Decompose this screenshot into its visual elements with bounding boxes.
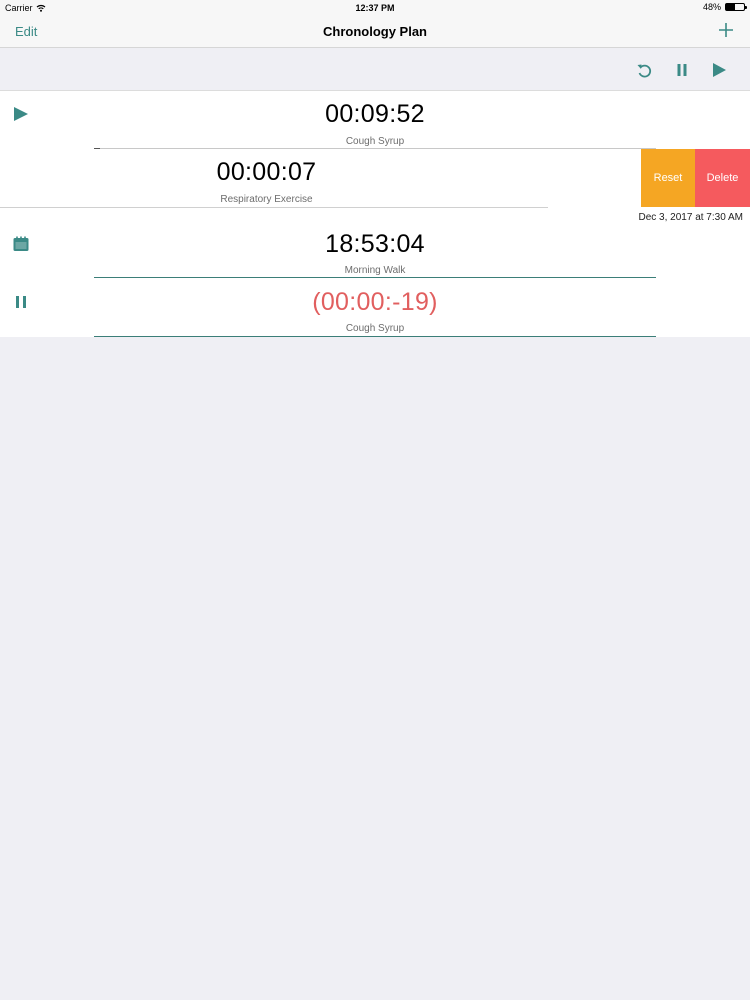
plus-icon[interactable] (716, 20, 736, 40)
timer-label: Cough Syrup (345, 323, 405, 334)
timer-progress-fill (94, 336, 656, 337)
timer-label: Respiratory Exercise (220, 194, 313, 205)
timer-value: 18:53:04 (325, 230, 425, 258)
swipe-content[interactable]: 00:00:07 Respiratory Exercise (0, 149, 548, 208)
timer-progress (94, 336, 656, 337)
timer-progress-fill (94, 277, 656, 278)
reset-icon[interactable] (634, 60, 654, 80)
timer-value: (00:00:-19) (312, 288, 438, 316)
toolbar (0, 48, 750, 91)
timer-value: 00:09:52 (325, 100, 425, 128)
timer-row-cough-syrup[interactable]: 00:09:52 Cough Syrup (0, 91, 750, 149)
pause-icon[interactable] (672, 60, 692, 80)
status-bar: Carrier 12:37 PM 48% (0, 0, 750, 16)
reset-button[interactable]: Reset (641, 149, 695, 207)
timer-label: Cough Syrup (345, 136, 405, 147)
page-title: Chronology Plan (323, 24, 427, 39)
timer-row-cough-syrup-overdue[interactable]: (00:00:-19) Cough Syrup (0, 279, 750, 337)
timer-row-respiratory-exercise[interactable]: 00:00:07 Respiratory Exercise Reset Dele… (0, 149, 750, 208)
battery-info: 48% (702, 2, 747, 12)
battery-percent: 48% (702, 2, 721, 12)
timer-row-morning-walk[interactable]: 18:53:04 Morning Walk (0, 221, 750, 279)
timer-progress (94, 277, 656, 278)
timer-list: 00:09:52 Cough Syrup 00:00:07 Respirator… (0, 91, 750, 337)
timer-value: 00:00:07 (216, 158, 317, 186)
delete-button[interactable]: Delete (695, 149, 750, 207)
status-time: 12:37 PM (355, 3, 395, 13)
play-icon[interactable] (709, 60, 729, 80)
timer-label: Morning Walk (344, 265, 406, 276)
navigation-bar: Edit Chronology Plan (0, 16, 750, 48)
battery-level (726, 4, 735, 10)
battery-icon (725, 3, 747, 11)
